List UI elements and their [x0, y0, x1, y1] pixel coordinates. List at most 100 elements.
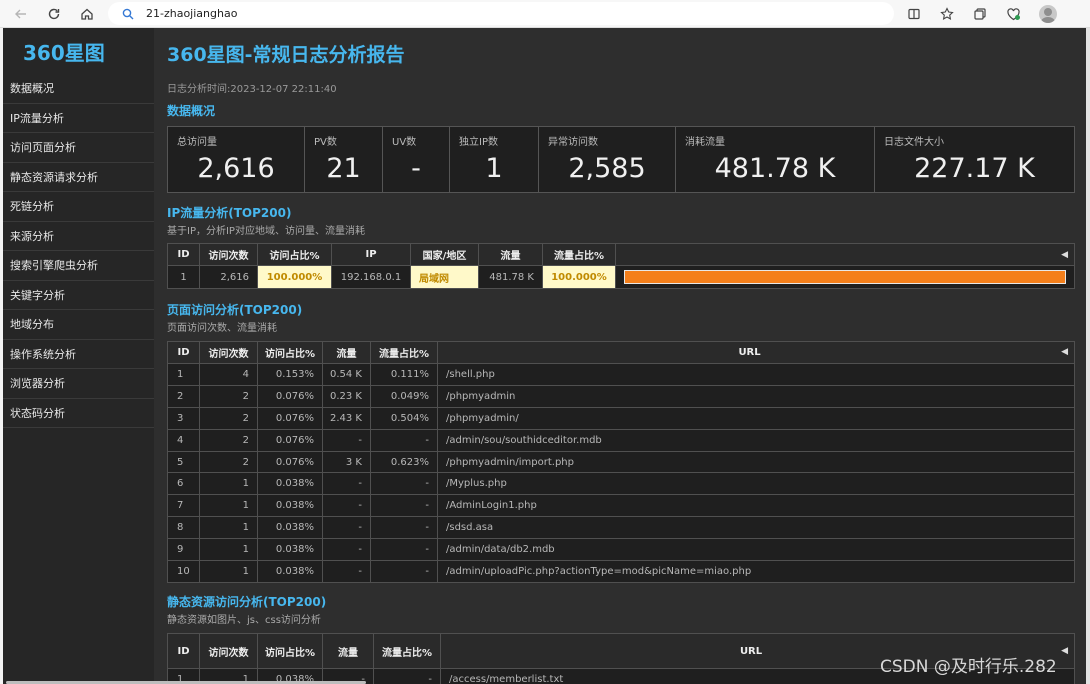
sidebar-item-keywords[interactable]: 关键字分析 [3, 281, 154, 310]
search-icon [122, 8, 136, 20]
sidebar-item-browsers[interactable]: 浏览器分析 [3, 369, 154, 399]
cell-url[interactable]: /phpmyadmin/import.php [437, 450, 1075, 474]
page-section-title: 页面访问分析(TOP200) [167, 303, 303, 317]
sidebar-item-os[interactable]: 操作系统分析 [3, 340, 154, 369]
col-header-traffic-pct[interactable]: 流量占比% [373, 633, 441, 669]
cell-url[interactable]: /admin/sou/southidceditor.mdb [437, 428, 1075, 452]
profile-avatar[interactable] [1039, 5, 1057, 23]
cell-id: 7 [167, 494, 200, 518]
sort-triangle-icon[interactable]: ◀ [1061, 250, 1068, 260]
app-window: 360星图 数据概况 IP流量分析 访问页面分析 静态资源请求分析 死链分析 来… [3, 28, 1086, 684]
col-header-id[interactable]: ID [167, 341, 200, 364]
table-row: 1 2,616 100.000% 192.168.0.1 局域网 481.78 … [167, 265, 1075, 289]
cell-traffic: 3 K [322, 450, 371, 474]
sidebar-item-status-codes[interactable]: 状态码分析 [3, 399, 154, 428]
sidebar-item-static-resources[interactable]: 静态资源请求分析 [3, 163, 154, 192]
stat-label: 消耗流量 [685, 137, 725, 148]
favorites-star-icon[interactable] [936, 4, 958, 24]
cell-url[interactable]: /phpmyadmin/ [437, 406, 1075, 430]
cell-visit-pct: 0.038% [257, 538, 323, 562]
col-header-traffic-pct[interactable]: 流量占比% [542, 243, 616, 266]
stat-value: 1 [485, 153, 503, 184]
cell-traffic-pct: - [370, 560, 438, 583]
col-header-visits[interactable]: 访问次数 [199, 243, 258, 266]
sidebar-item-dead-links[interactable]: 死链分析 [3, 192, 154, 222]
table-row: 3 2 0.076% 2.43 K 0.504%/phpmyadmin/ [167, 406, 1075, 430]
cell-visit-pct: 0.076% [257, 450, 323, 474]
report-content: 360星图-常规日志分析报告 日志分析时间:2023-12-07 22:11:4… [154, 28, 1086, 684]
col-header-bar[interactable]: ◀ [615, 243, 1075, 266]
home-icon[interactable] [76, 4, 98, 24]
table-row: 9 1 0.038% - -/admin/data/db2.mdb [167, 538, 1075, 562]
cell-id: 8 [167, 516, 200, 540]
sort-triangle-icon[interactable]: ◀ [1061, 646, 1068, 656]
sidebar-item-page-visits[interactable]: 访问页面分析 [3, 133, 154, 163]
refresh-icon[interactable] [43, 4, 65, 24]
address-bar[interactable]: 21-zhaojianghao [108, 2, 894, 25]
stat-uv: UV数 - [383, 127, 450, 192]
stat-value: 2,616 [197, 153, 275, 184]
logo: 360星图 [23, 40, 105, 65]
sidebar-item-referrers[interactable]: 来源分析 [3, 222, 154, 251]
vertical-scrollbar[interactable] [1086, 28, 1090, 684]
col-header-traffic-pct[interactable]: 流量占比% [370, 341, 438, 364]
col-header-visit-pct[interactable]: 访问占比% [257, 243, 332, 266]
url-header-label: URL [739, 645, 763, 657]
reader-view-icon[interactable] [903, 4, 925, 24]
watermark: CSDN @及时行乐.282 [880, 657, 1057, 677]
table-row: 6 1 0.038% - -/Myplus.php [167, 472, 1075, 496]
col-header-ip[interactable]: IP [331, 243, 411, 266]
cell-visit-pct: 0.038% [257, 560, 323, 583]
cell-visits: 2 [199, 450, 258, 474]
stat-label: 独立IP数 [459, 137, 498, 148]
page-rows: 1 4 0.153% 0.54 K 0.111%/shell.php 2 2 0.076% 0.… [167, 363, 1075, 583]
sidebar-item-regions[interactable]: 地域分布 [3, 310, 154, 340]
ip-section-subtitle: 基于IP，分析IP对应地域、访问量、流量消耗 [167, 226, 365, 237]
cell-visits: 2 [199, 384, 258, 408]
cell-url[interactable]: /admin/data/db2.mdb [437, 538, 1075, 562]
col-header-traffic[interactable]: 流量 [478, 243, 543, 266]
cell-traffic-pct: - [370, 472, 438, 496]
cell-visit-pct: 0.076% [257, 428, 323, 452]
col-header-url[interactable]: URL ◀ [437, 341, 1075, 364]
cell-url[interactable]: /AdminLogin1.php [437, 494, 1075, 518]
cell-url[interactable]: /shell.php [437, 363, 1075, 386]
sidebar-item-ip-traffic[interactable]: IP流量分析 [3, 104, 154, 133]
stat-log-size: 日志文件大小 227.17 K [875, 127, 1074, 192]
table-header-row: ID 访问次数 访问占比% 流量 流量占比% URL ◀ [167, 341, 1075, 364]
page-visits-table: ID 访问次数 访问占比% 流量 流量占比% URL ◀ 1 4 0.153% 0.54… [167, 341, 1075, 583]
cell-traffic: - [322, 472, 371, 496]
cell-url[interactable]: /sdsd.asa [437, 516, 1075, 540]
stat-value: - [411, 153, 421, 184]
col-header-visits[interactable]: 访问次数 [199, 341, 258, 364]
cell-visit-pct: 0.038% [257, 472, 323, 496]
collections-icon[interactable] [969, 4, 991, 24]
cell-url[interactable]: /admin/uploadPic.php?actionType=mod&picN… [437, 560, 1075, 583]
col-header-visit-pct[interactable]: 访问占比% [257, 633, 323, 669]
cell-traffic-pct: 0.504% [370, 406, 438, 430]
col-header-visits[interactable]: 访问次数 [199, 633, 258, 669]
col-header-visit-pct[interactable]: 访问占比% [257, 341, 323, 364]
sidebar-item-overview[interactable]: 数据概况 [3, 74, 154, 104]
cell-url[interactable]: /Myplus.php [437, 472, 1075, 496]
sidebar: 360星图 数据概况 IP流量分析 访问页面分析 静态资源请求分析 死链分析 来… [3, 28, 154, 684]
cell-visits: 2,616 [199, 265, 258, 289]
col-header-id[interactable]: ID [167, 633, 200, 669]
cell-visit-pct: 0.038% [257, 494, 323, 518]
cell-visits: 1 [199, 472, 258, 496]
cell-traffic-pct: - [373, 668, 441, 684]
browser-essentials-icon[interactable] [1002, 4, 1024, 24]
stat-label: UV数 [392, 137, 417, 148]
col-header-id[interactable]: ID [167, 243, 200, 266]
back-arrow-icon[interactable] [10, 4, 32, 24]
cell-url[interactable]: /phpmyadmin [437, 384, 1075, 408]
table-row: 4 2 0.076% - -/admin/sou/southidceditor.mdb [167, 428, 1075, 452]
sort-triangle-icon[interactable]: ◀ [1061, 347, 1068, 357]
col-header-traffic[interactable]: 流量 [322, 633, 374, 669]
col-header-region[interactable]: 国家/地区 [410, 243, 479, 266]
sidebar-item-crawlers[interactable]: 搜索引擎爬虫分析 [3, 251, 154, 281]
cell-traffic: - [322, 428, 371, 452]
stat-total-visits: 总访问量 2,616 [168, 127, 305, 192]
static-section-title: 静态资源访问分析(TOP200) [167, 595, 327, 609]
col-header-traffic[interactable]: 流量 [322, 341, 371, 364]
